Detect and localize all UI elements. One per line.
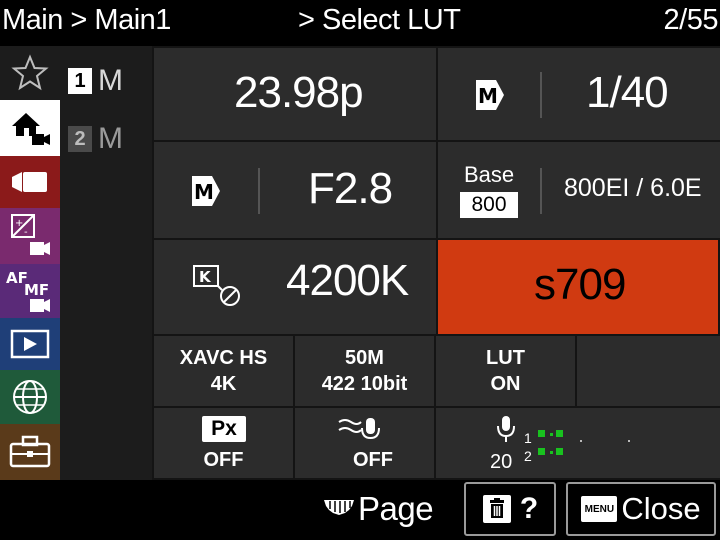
codec-line1: XAVC HS [179, 347, 268, 369]
microphone-icon [497, 416, 515, 442]
codec-line2: 4K [210, 373, 237, 395]
subpage-column: 1 M 2 M [60, 46, 152, 480]
category-main[interactable] [0, 100, 60, 156]
exposure-color-icon: + - [11, 214, 50, 255]
subpage-label: M [98, 64, 123, 97]
pixel-mapping-cell[interactable]: Px OFF [154, 408, 293, 478]
iris-cell[interactable]: M F2.8 [154, 142, 436, 238]
iris-mode-icon: M [192, 176, 220, 206]
subpage-number: 2 [68, 126, 92, 152]
iso-cell[interactable]: Base 800 800EI / 6.0E [438, 142, 720, 238]
base-iso-badge: 800 [460, 192, 518, 218]
bitrate-line2: 422 10bit [321, 373, 408, 395]
help-symbol: ? [519, 492, 539, 525]
svg-text:-: - [24, 227, 28, 238]
lut-status-line2: ON [490, 373, 521, 395]
px-state: OFF [203, 449, 244, 471]
nd-state: OFF [353, 449, 393, 471]
px-badge: Px [202, 416, 246, 442]
iris-mode-letter: M [194, 180, 214, 204]
divider [540, 168, 542, 214]
af-mf-icon: AF MF [6, 269, 50, 312]
category-favorites[interactable] [0, 46, 60, 100]
trash-icon [482, 495, 511, 523]
shutter-value: 1/40 [586, 68, 669, 117]
bitrate-line1: 50M [345, 347, 384, 369]
main-settings-grid: 23.98p M 1/40 M F2.8 Base 800 800EI / 6.… [152, 46, 720, 480]
svg-text:+: + [15, 218, 23, 229]
network-globe-icon [13, 380, 47, 414]
star-icon [11, 54, 49, 91]
category-focus[interactable]: AF MF [0, 264, 60, 318]
svg-text:MF: MF [24, 281, 49, 299]
title-bar: Main > Main1 > Select LUT 2/55 [0, 0, 720, 46]
menu-key-icon: MENU [581, 496, 618, 522]
iso-value: 800EI / 6.0E [564, 174, 702, 202]
shutter-mode-icon: M [476, 80, 504, 110]
audio-level-value: 20 [490, 451, 513, 473]
base-iso-label: Base [464, 162, 515, 187]
white-balance-icon: K [193, 265, 240, 306]
category-playback[interactable] [0, 318, 60, 370]
subpage-tab-2[interactable]: 2 M [68, 119, 123, 159]
wb-icon-letter: K [199, 268, 212, 286]
subpage-tab-1[interactable]: 1 M [68, 61, 123, 101]
home-camera-icon [12, 113, 50, 145]
audio-level-cell[interactable]: 20 1 2 [436, 408, 720, 478]
lut-value: s709 [534, 260, 626, 309]
divider [258, 168, 260, 214]
shutter-mode-letter: M [478, 84, 498, 108]
shutter-cell[interactable]: M 1/40 [438, 48, 720, 140]
frame-rate-cell[interactable]: 23.98p [154, 48, 436, 140]
toolbox-icon [9, 435, 51, 468]
subpage-label: M [98, 122, 123, 155]
white-balance-value: 4200K [286, 256, 409, 305]
lut-select-cell[interactable]: s709 [438, 240, 718, 334]
page-indicator: 2/55 [663, 4, 719, 36]
bitrate-cell[interactable]: 50M 422 10bit [295, 336, 434, 406]
audio-channel-2: 2 [524, 448, 532, 464]
white-balance-cell[interactable]: K 4200K [154, 240, 436, 334]
lut-status-line1: LUT [486, 347, 525, 369]
page-dial-icon [324, 500, 354, 515]
subpage-number: 1 [68, 68, 92, 94]
nd-filter-cell[interactable]: OFF [295, 408, 434, 478]
iris-value: F2.8 [308, 164, 393, 213]
divider [540, 72, 542, 118]
page-label[interactable]: Page [358, 490, 434, 528]
menu-title: > Select LUT [298, 4, 461, 36]
playback-icon [10, 329, 50, 359]
lut-status-cell[interactable]: LUT ON [436, 336, 575, 406]
wind-noise-mic-icon [338, 418, 380, 440]
codec-cell[interactable]: XAVC HS 4K [154, 336, 293, 406]
empty-cell [577, 336, 720, 406]
category-network[interactable] [0, 370, 60, 424]
video-camera-icon [12, 172, 47, 192]
frame-rate-value: 23.98p [234, 68, 364, 117]
category-shooting[interactable] [0, 156, 60, 208]
delete-help-button[interactable]: ? [464, 482, 556, 536]
category-rail: + - AF MF [0, 46, 60, 480]
breadcrumb: Main > Main1 [2, 4, 171, 36]
close-label: Close [621, 491, 701, 526]
close-button[interactable]: MENU Close [566, 482, 716, 536]
footer-bar: Page ? MENU Close [0, 480, 720, 540]
category-exposure-color[interactable]: + - [0, 208, 60, 264]
category-setup[interactable] [0, 424, 60, 480]
